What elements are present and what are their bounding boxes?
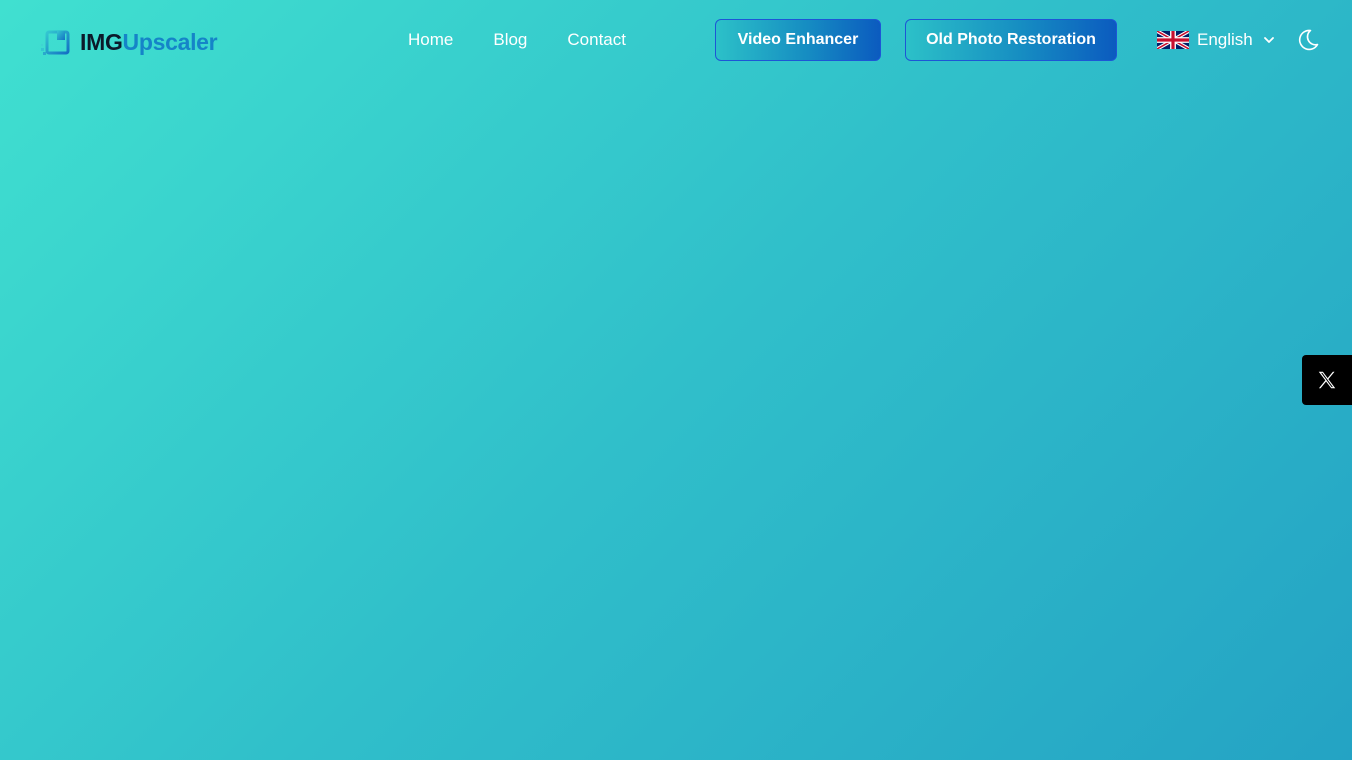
language-selector[interactable]: English (1157, 28, 1275, 52)
nav-home-link[interactable]: Home (408, 28, 453, 52)
uk-flag-icon (1157, 31, 1189, 49)
x-logo-icon (1318, 371, 1336, 389)
moon-icon[interactable] (1296, 28, 1320, 52)
old-photo-restoration-button[interactable]: Old Photo Restoration (905, 19, 1117, 61)
logo-text: IMGUpscaler (80, 28, 218, 55)
logo-text-upscaler: Upscaler (122, 28, 218, 55)
logo-text-img: IMG (80, 28, 123, 55)
x-share-button[interactable] (1302, 355, 1352, 405)
chevron-down-icon (1263, 37, 1274, 43)
main-nav: Home Blog Contact (408, 28, 626, 52)
video-enhancer-button[interactable]: Video Enhancer (715, 19, 881, 61)
language-label: English (1197, 30, 1253, 49)
nav-blog-link[interactable]: Blog (493, 28, 527, 52)
upscale-square-icon (41, 30, 70, 55)
nav-contact-link[interactable]: Contact (567, 28, 626, 52)
site-logo[interactable]: IMGUpscaler (40, 26, 218, 58)
site-header: IMGUpscaler Home Blog Contact Video Enha… (0, 0, 1352, 80)
